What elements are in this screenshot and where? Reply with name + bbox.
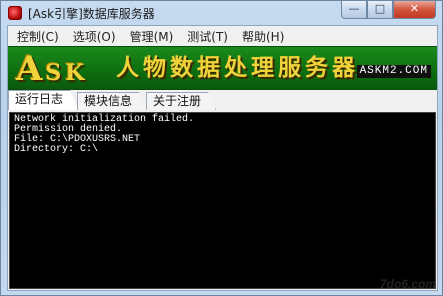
tab-bar: 运行日志 模块信息 关于注册 [8, 90, 437, 110]
menu-manage[interactable]: 管理(M) [123, 28, 181, 45]
app-icon[interactable] [8, 6, 22, 20]
close-button[interactable]: ✕ [393, 1, 436, 19]
logo-initial: A [16, 49, 46, 89]
menu-bar: 控制(C) 选项(O) 管理(M) 测试(T) 帮助(H) [8, 26, 437, 46]
banner: ASK 人物数据处理服务器 ASKM2.COM [8, 46, 437, 90]
title-bar[interactable]: [Ask引擎]数据库服务器 — □ ✕ [1, 1, 442, 25]
menu-help[interactable]: 帮助(H) [235, 28, 291, 45]
banner-logo: ASK [16, 47, 89, 89]
banner-watermark: ASKM2.COM [356, 65, 431, 78]
minimize-button[interactable]: — [341, 1, 367, 19]
footer-watermark: 7do6.com [379, 277, 436, 291]
window-frame: [Ask引擎]数据库服务器 — □ ✕ 控制(C) 选项(O) 管理(M) 测试… [0, 0, 443, 296]
tab-run-log[interactable]: 运行日志 [8, 90, 78, 110]
maximize-button[interactable]: □ [367, 1, 393, 19]
tab-module-info[interactable]: 模块信息 [77, 92, 147, 110]
window-controls: — □ ✕ [341, 1, 436, 19]
log-console[interactable]: Network initialization failed. Permissio… [9, 112, 436, 289]
window-title: [Ask引擎]数据库服务器 [28, 6, 155, 21]
banner-title: 人物数据处理服务器 [116, 55, 359, 81]
log-line: Directory: C:\ [14, 144, 99, 155]
logo-rest: SK [45, 60, 89, 86]
menu-test[interactable]: 测试(T) [180, 28, 235, 45]
client-area: 控制(C) 选项(O) 管理(M) 测试(T) 帮助(H) ASK 人物数据处理… [7, 25, 438, 291]
tab-about-register[interactable]: 关于注册 [146, 92, 216, 110]
menu-options[interactable]: 选项(O) [66, 28, 123, 45]
menu-control[interactable]: 控制(C) [10, 28, 66, 45]
